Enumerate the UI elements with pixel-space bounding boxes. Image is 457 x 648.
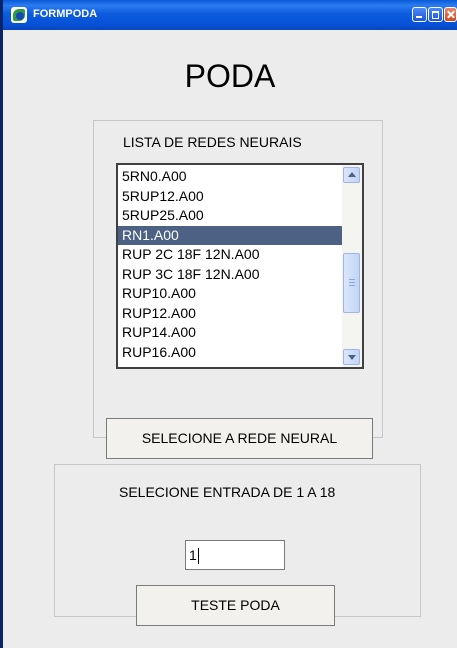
scroll-up-button[interactable] [343, 167, 360, 183]
window-title: FORMPODA [33, 8, 98, 20]
minimize-icon[interactable] [412, 7, 427, 22]
text-caret [197, 548, 199, 565]
page-title: PODA [184, 58, 276, 94]
list-item[interactable]: RN1.A00 [118, 225, 342, 245]
entry-input[interactable]: 1 [185, 540, 285, 570]
list-item[interactable]: RUP14.A00 [118, 323, 342, 343]
grip-line [349, 282, 355, 283]
chevron-up-icon [348, 172, 356, 177]
app-icon[interactable] [11, 7, 27, 23]
list-item[interactable]: RUP12.A00 [118, 304, 342, 324]
network-list-items: 5RN0.A00 5RUP12.A00 5RUP25.A00 RN1.A00 RUP 2… [118, 167, 342, 362]
list-scrollbar[interactable] [342, 165, 362, 367]
title-bar[interactable]: FORMPODA [3, 0, 457, 30]
scroll-down-button[interactable] [343, 349, 360, 365]
grip-line [349, 285, 355, 286]
select-network-button[interactable]: SELECIONE A REDE NEURAL [106, 418, 373, 459]
network-list-label: LISTA DE REDES NEURAIS [123, 134, 302, 150]
entry-label: SELECIONE ENTRADA DE 1 A 18 [119, 484, 336, 500]
scroll-thumb[interactable] [343, 253, 360, 313]
test-poda-button[interactable]: TESTE PODA [136, 585, 335, 626]
list-item[interactable]: 5RN0.A00 [118, 167, 342, 187]
chevron-down-icon [348, 355, 356, 360]
main-window: FORMPODA PODA LISTA DE REDES NEURAIS 5RN… [0, 0, 457, 648]
list-item[interactable]: 5RUP25.A00 [118, 206, 342, 226]
form-client-area: PODA LISTA DE REDES NEURAIS 5RN0.A00 5RUP… [3, 30, 457, 648]
close-icon[interactable] [444, 7, 457, 22]
entry-input-value: 1 [189, 547, 197, 563]
list-item[interactable]: RUP10.A00 [118, 284, 342, 304]
network-listbox[interactable]: 5RN0.A00 5RUP12.A00 5RUP25.A00 RN1.A00 RUP 2… [116, 163, 364, 369]
list-item[interactable]: RUP 3C 18F 12N.A00 [118, 265, 342, 285]
grip-line [349, 279, 355, 280]
list-item[interactable]: RUP 2C 18F 12N.A00 [118, 245, 342, 265]
maximize-icon[interactable] [428, 7, 443, 22]
list-item[interactable]: RUP16.A00 [118, 343, 342, 363]
list-item[interactable]: 5RUP12.A00 [118, 187, 342, 207]
